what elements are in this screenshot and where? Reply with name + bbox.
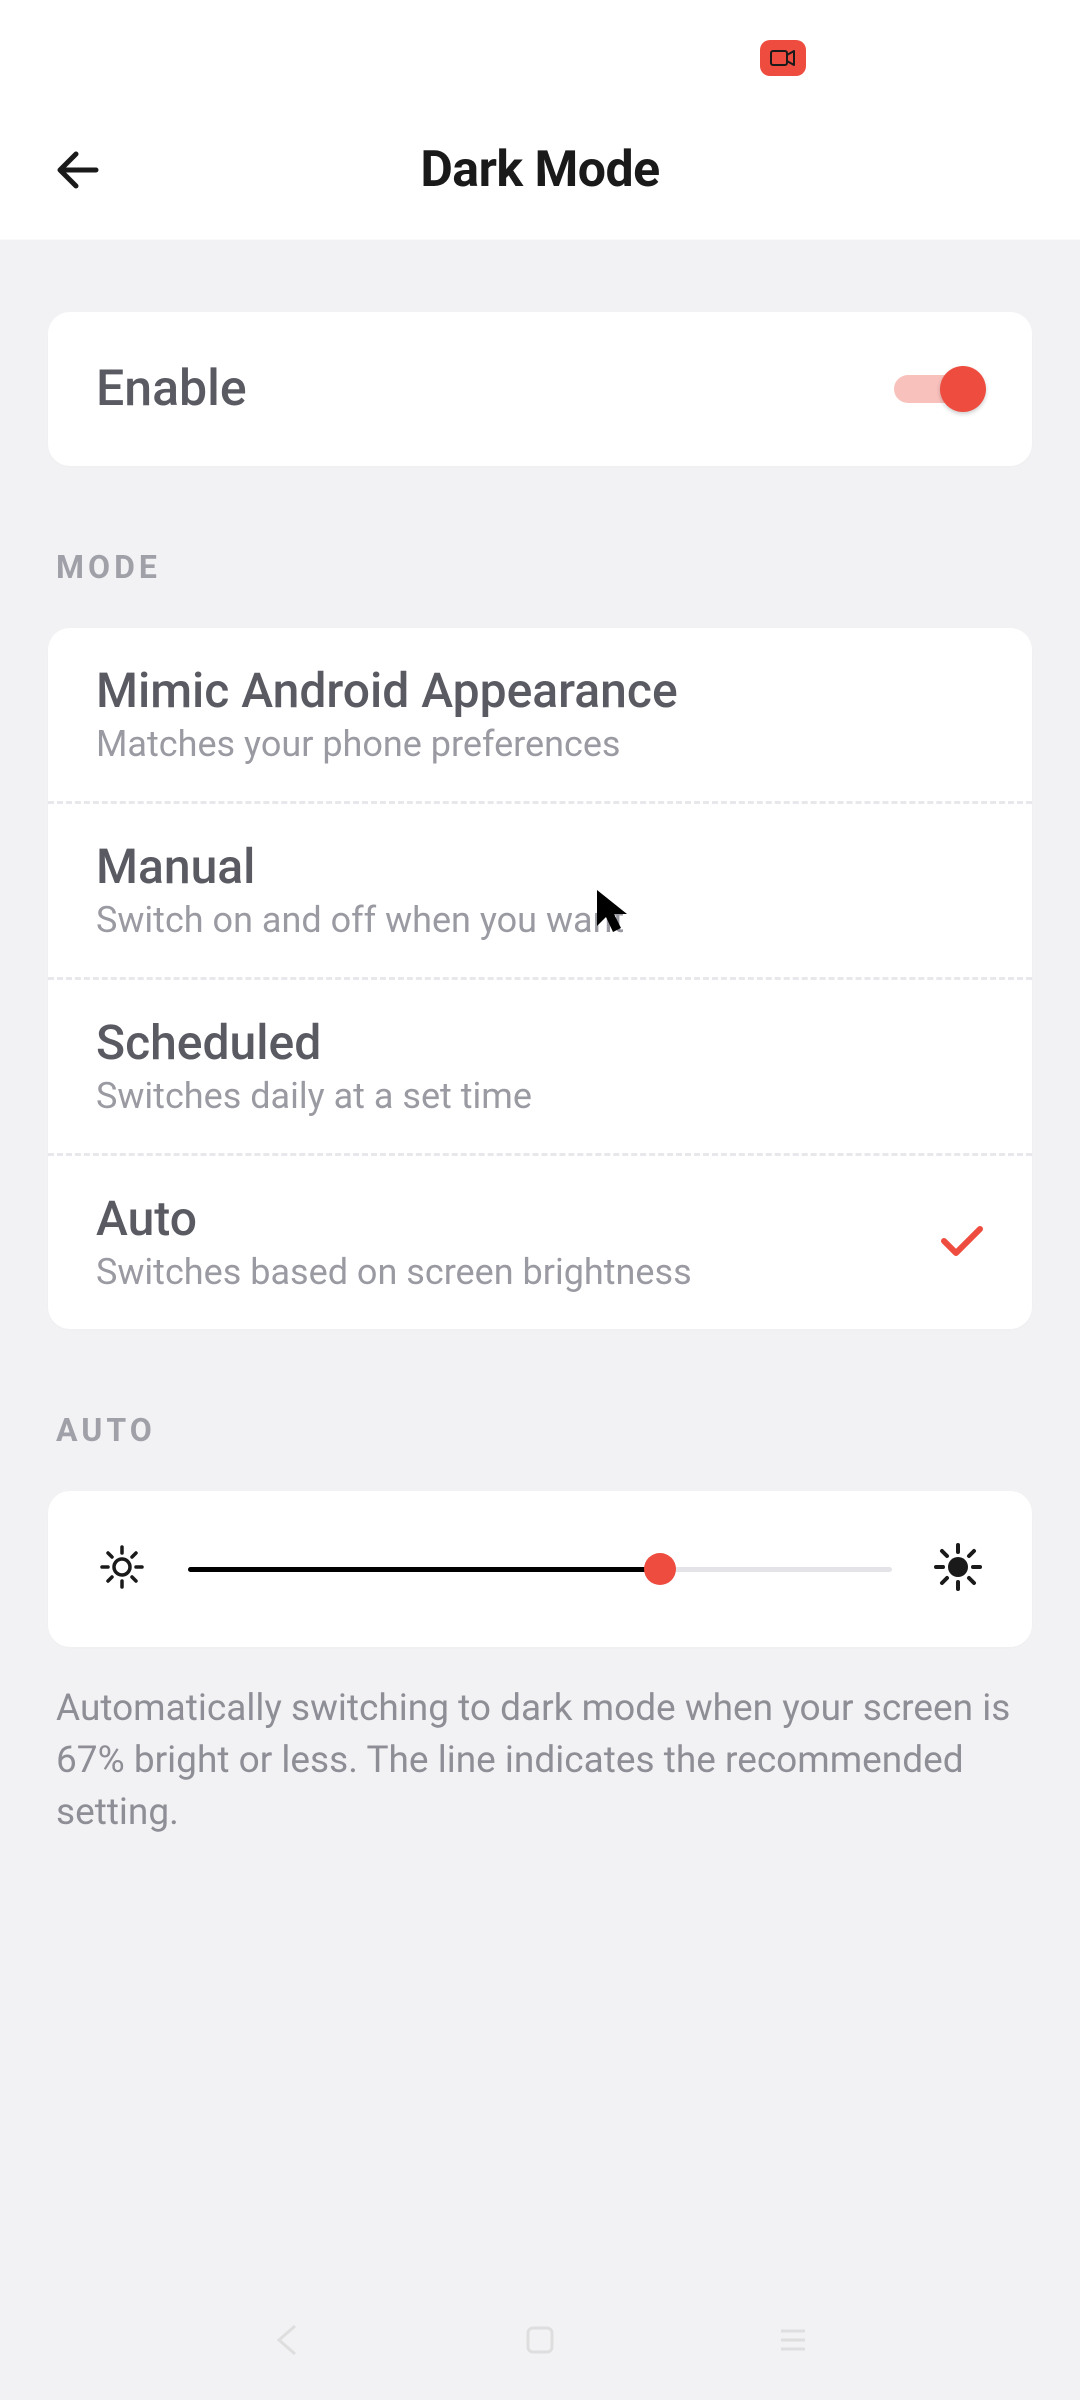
mode-subtitle: Switches based on screen brightness xyxy=(96,1251,984,1293)
mode-section-header: MODE xyxy=(48,548,1032,586)
nav-home-icon[interactable] xyxy=(522,2322,558,2358)
mode-title: Mimic Android Appearance xyxy=(96,662,984,719)
mode-row-auto[interactable]: Auto Switches based on screen brightness xyxy=(48,1156,1032,1329)
brightness-slider-card xyxy=(48,1491,1032,1647)
enable-row[interactable]: Enable xyxy=(48,312,1032,466)
slider-fill xyxy=(188,1567,660,1572)
mode-row-scheduled[interactable]: Scheduled Switches daily at a set time xyxy=(48,980,1032,1156)
check-icon xyxy=(940,1223,984,1263)
page-title: Dark Mode xyxy=(0,141,1080,199)
slider-helper-text: Automatically switching to dark mode whe… xyxy=(48,1683,1032,1838)
mode-title: Auto xyxy=(96,1190,984,1247)
mode-subtitle: Switch on and off when you want xyxy=(96,899,984,941)
mode-row-mimic[interactable]: Mimic Android Appearance Matches your ph… xyxy=(48,628,1032,804)
mode-row-manual[interactable]: Manual Switch on and off when you want xyxy=(48,804,1032,980)
nav-recent-icon[interactable] xyxy=(775,2322,811,2358)
arrow-left-icon xyxy=(50,142,106,198)
status-bar xyxy=(0,0,1080,100)
back-button[interactable] xyxy=(48,140,108,200)
auto-section-header: AUTO xyxy=(48,1411,1032,1449)
mode-title: Scheduled xyxy=(96,1014,984,1071)
mode-subtitle: Matches your phone preferences xyxy=(96,723,984,765)
android-nav-bar xyxy=(0,2280,1080,2400)
brightness-high-icon xyxy=(932,1541,984,1597)
mode-title: Manual xyxy=(96,838,984,895)
mode-list: Mimic Android Appearance Matches your ph… xyxy=(48,628,1032,1329)
page-header: Dark Mode xyxy=(0,100,1080,240)
nav-back-icon[interactable] xyxy=(269,2322,305,2358)
toggle-knob xyxy=(940,366,986,412)
screen-record-badge xyxy=(760,40,806,76)
enable-toggle[interactable] xyxy=(894,369,984,409)
brightness-slider[interactable] xyxy=(188,1549,892,1589)
enable-label: Enable xyxy=(96,360,247,418)
slider-knob[interactable] xyxy=(644,1553,676,1585)
mode-subtitle: Switches daily at a set time xyxy=(96,1075,984,1117)
brightness-low-icon xyxy=(96,1541,148,1597)
